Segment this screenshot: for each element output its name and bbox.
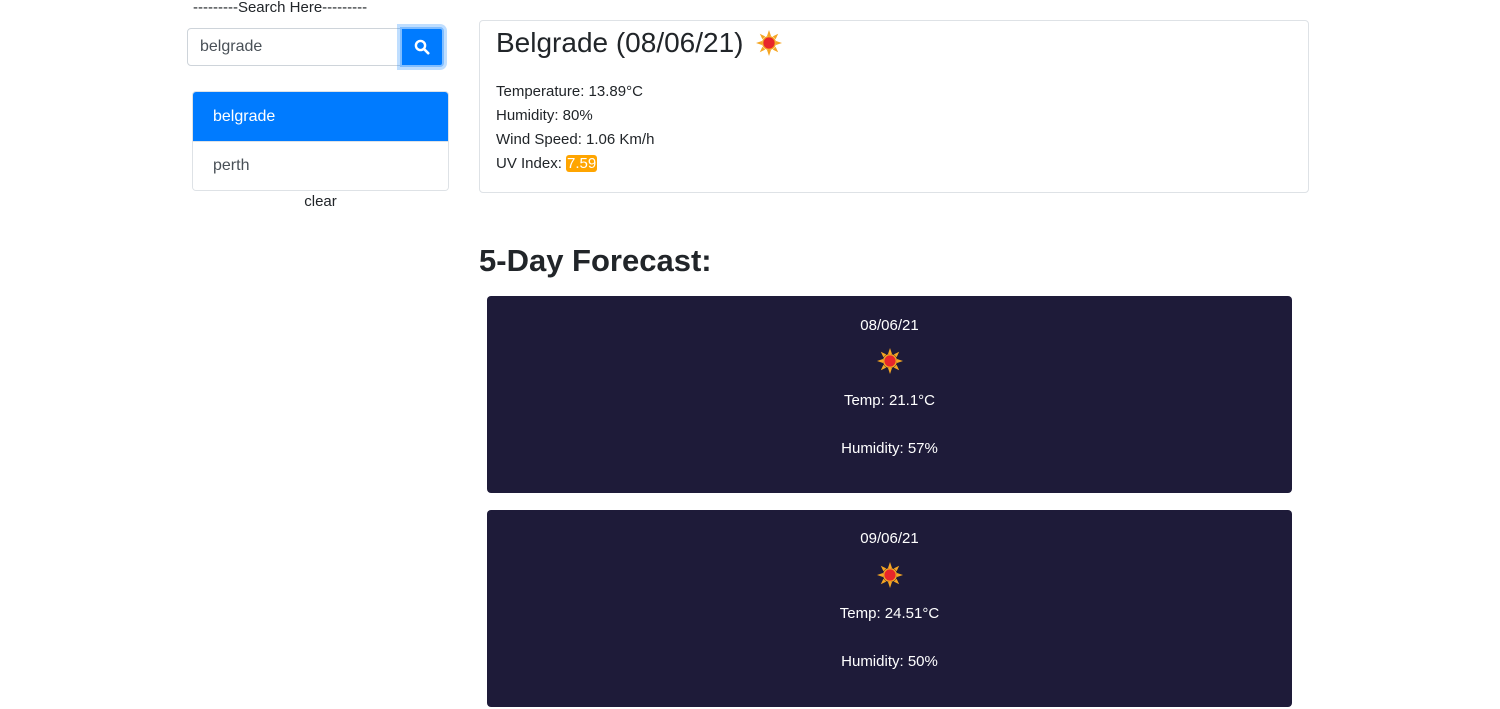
forecast-humidity: Humidity: 57% (841, 440, 938, 457)
uv-index-label: UV Index: (496, 155, 567, 172)
forecast-title: 5-Day Forecast: (479, 243, 712, 278)
search-history-list: belgrade perth (192, 91, 449, 191)
city-date-label: Belgrade (08/06/21) (496, 27, 744, 58)
search-button[interactable] (400, 27, 444, 67)
uv-index-badge: 7.59 (566, 155, 598, 172)
sun-icon (877, 562, 903, 588)
current-city-title: Belgrade (08/06/21) (496, 27, 782, 59)
uv-index-row: UV Index: 7.59 (496, 155, 598, 172)
history-item-belgrade[interactable]: belgrade (193, 92, 448, 141)
wind-speed-text: Wind Speed: 1.06 Km/h (496, 131, 655, 148)
search-row (187, 27, 445, 68)
search-input[interactable] (187, 28, 401, 66)
forecast-card: 09/06/21 Temp: 24.51°C Humidity: 50% (487, 510, 1292, 707)
search-heading: ---------Search Here--------- (193, 0, 368, 16)
forecast-temp: Temp: 21.1°C (843, 392, 936, 409)
temperature-text: Temperature: 13.89°C (496, 83, 643, 100)
forecast-date: 08/06/21 (860, 317, 919, 334)
sun-icon (756, 30, 782, 56)
current-weather-card: Belgrade (08/06/21) Temperature: 13.89°C… (479, 20, 1309, 193)
forecast-temp: Temp: 24.51°C (839, 605, 940, 622)
humidity-text: Humidity: 80% (496, 107, 593, 124)
forecast-card: 08/06/21 Temp: 21.1°C Humidity: 57% (487, 296, 1292, 493)
history-item-perth[interactable]: perth (193, 141, 448, 190)
forecast-humidity: Humidity: 50% (841, 653, 938, 670)
clear-history-button[interactable]: clear (192, 193, 449, 210)
search-icon (414, 39, 430, 55)
forecast-date: 09/06/21 (860, 530, 919, 547)
sun-icon (877, 348, 903, 374)
